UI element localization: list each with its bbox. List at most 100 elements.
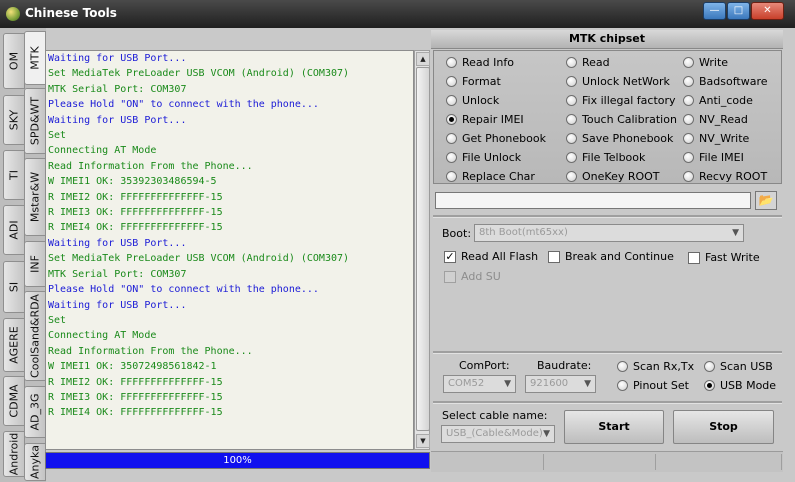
maximize-button[interactable]: □ [727, 2, 750, 20]
op-replace-char-radio[interactable]: Replace Char [446, 170, 535, 183]
tab-cdma[interactable]: CDMA [3, 376, 25, 426]
scroll-up-arrow-icon[interactable]: ▲ [416, 52, 430, 66]
checkbox-box [444, 270, 456, 283]
op-format-radio[interactable]: Format [446, 75, 501, 88]
tab-inf[interactable]: INF [24, 241, 46, 287]
tab-label: ADI [7, 220, 21, 240]
cable-label: Select cable name: [442, 409, 548, 422]
scan-rxtx-radio[interactable]: Scan Rx,Tx [617, 360, 694, 373]
chipset-tab-strip: OM SKY TI ADI SI AGERE CDMA Android MTK SPD&WT Mst… [0, 28, 46, 482]
status-cell [431, 454, 544, 470]
radio-dot [704, 380, 715, 391]
tab-android[interactable]: Android [3, 431, 25, 477]
log-line: Set MediaTek PreLoader USB VCOM (Android… [48, 253, 350, 265]
op-get-phonebook-radio[interactable]: Get Phonebook [446, 132, 546, 145]
dropdown-arrow-icon: ▼ [504, 379, 511, 389]
radio-dot [566, 114, 577, 125]
op-recvy-root-radio[interactable]: Recvy ROOT [683, 170, 767, 183]
op-read-info-radio[interactable]: Read Info [446, 56, 514, 69]
divider [433, 215, 782, 218]
tab-adi[interactable]: ADI [3, 205, 25, 255]
tab-anyka[interactable]: Anyka [24, 443, 46, 481]
pinout-set-radio[interactable]: Pinout Set [617, 379, 689, 392]
op-nv-read-radio[interactable]: NV_Read [683, 113, 748, 126]
radio-dot [683, 76, 694, 87]
op-file-imei-radio[interactable]: File IMEI [683, 151, 744, 164]
op-label: Replace Char [462, 170, 535, 183]
tab-label: AD_3G [28, 393, 42, 431]
tab-coolsand-rda[interactable]: CoolSand&RDA [24, 291, 46, 381]
app-window: Chinese Tools — □ ✕ OM SKY TI ADI SI AGERE CDM… [0, 0, 795, 482]
tab-spd-wt[interactable]: SPD&WT [24, 88, 46, 154]
stop-button[interactable]: Stop [673, 410, 774, 444]
op-label: NV_Read [699, 113, 748, 126]
boot-label: Boot: [442, 227, 472, 240]
op-label: NV_Write [699, 132, 750, 145]
op-label: Read [582, 56, 610, 69]
tab-label: CoolSand&RDA [28, 294, 42, 378]
op-label: Badsoftware [699, 75, 768, 88]
open-folder-button[interactable]: 📂 [755, 191, 777, 210]
op-label: Write [699, 56, 729, 69]
tab-ad-3g[interactable]: AD_3G [24, 386, 46, 438]
log-line: R IMEI2 OK: FFFFFFFFFFFFFF-15 [48, 191, 223, 203]
tab-om[interactable]: OM [3, 33, 25, 89]
file-path-input[interactable] [435, 192, 751, 209]
scan-usb-radio[interactable]: Scan USB [704, 360, 773, 373]
radio-dot [683, 133, 694, 144]
close-button[interactable]: ✕ [751, 2, 784, 20]
read-all-flash-checkbox[interactable]: ✓ Read All Flash [444, 250, 538, 263]
start-button[interactable]: Start [564, 410, 664, 444]
usb-mode-radio[interactable]: USB Mode [704, 379, 776, 392]
op-onekey-root-radio[interactable]: OneKey ROOT [566, 170, 660, 183]
tab-label: OM [7, 51, 21, 71]
op-read-radio[interactable]: Read [566, 56, 610, 69]
minimize-button[interactable]: — [703, 2, 726, 20]
radio-dot [446, 114, 457, 125]
op-unlock-radio[interactable]: Unlock [446, 94, 499, 107]
tab-mstar-w[interactable]: Mstar&W [24, 158, 46, 236]
progress-label: 100% [223, 455, 252, 466]
scroll-down-arrow-icon[interactable]: ▼ [416, 434, 430, 448]
log-scrollbar[interactable]: ▲ ▼ [414, 50, 430, 450]
break-continue-checkbox[interactable]: Break and Continue [548, 250, 674, 263]
add-su-checkbox[interactable]: Add SU [444, 270, 501, 283]
boot-select[interactable]: 8th Boot(mt65xx) ▼ [474, 224, 744, 242]
tab-agere[interactable]: AGERE [3, 318, 25, 372]
radio-dot [617, 361, 628, 372]
fast-write-checkbox[interactable]: Fast Write [688, 251, 760, 264]
tab-ti[interactable]: TI [3, 150, 25, 200]
radio-dot [683, 114, 694, 125]
radio-dot [617, 380, 628, 391]
pinout-set-label: Pinout Set [633, 379, 689, 392]
op-nv-write-radio[interactable]: NV_Write [683, 132, 749, 145]
op-unlock-network-radio[interactable]: Unlock NetWork [566, 75, 670, 88]
op-label: Read Info [462, 56, 514, 69]
op-file-telbook-radio[interactable]: File Telbook [566, 151, 645, 164]
radio-dot [683, 152, 694, 163]
comport-select[interactable]: COM52 ▼ [443, 375, 516, 393]
op-fix-illegal-factory-radio[interactable]: Fix illegal factory [566, 94, 676, 107]
op-badsoftware-radio[interactable]: Badsoftware [683, 75, 768, 88]
tab-mtk[interactable]: MTK [24, 31, 46, 85]
op-anti-code-radio[interactable]: Anti_code [683, 94, 753, 107]
op-repair-imei-radio[interactable]: Repair IMEI [446, 113, 524, 126]
log-line: R IMEI2 OK: FFFFFFFFFFFFFF-15 [48, 376, 223, 388]
tab-label: Anyka [28, 445, 42, 479]
title-bar[interactable]: Chinese Tools — □ ✕ [0, 0, 795, 28]
op-touch-calibration-radio[interactable]: Touch Calibration [566, 113, 677, 126]
op-file-unlock-radio[interactable]: File Unlock [446, 151, 521, 164]
cable-select[interactable]: USB_(Cable&Mode) ▼ [441, 425, 555, 443]
scroll-thumb[interactable] [416, 67, 430, 431]
radio-dot [704, 361, 715, 372]
op-label: Fix illegal factory [582, 94, 676, 107]
op-save-phonebook-radio[interactable]: Save Phonebook [566, 132, 673, 145]
tab-sky[interactable]: SKY [3, 95, 25, 145]
comport-value: COM52 [448, 378, 485, 389]
tab-label: MTK [28, 46, 42, 70]
baudrate-select[interactable]: 921600 ▼ [525, 375, 596, 393]
op-write-radio[interactable]: Write [683, 56, 728, 69]
tab-si[interactable]: SI [3, 261, 25, 313]
radio-dot [446, 152, 457, 163]
tab-label: AGERE [7, 326, 21, 364]
